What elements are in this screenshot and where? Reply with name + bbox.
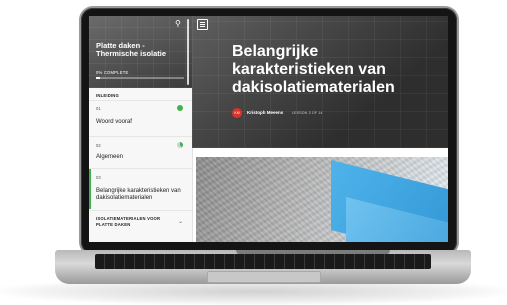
keyboard [95,254,431,269]
progress-label: 0% COMPLETE [96,70,129,75]
complete-check-icon [177,105,183,111]
lesson-label: Belangrijke karakteristieken van dakisol… [96,188,181,201]
search-icon[interactable]: ⚲ [175,20,183,28]
progress-ring-icon [177,142,183,148]
sidebar-scrollbar[interactable] [187,19,189,85]
lesson-number: 01 [96,106,101,111]
section-header-isolatiematerialen[interactable]: ISOLATIEMATERIALEN VOOR PLATTE DAKEN [96,216,176,228]
lesson-number: 03 [96,175,101,180]
divider [89,168,192,169]
progress-bar [96,77,184,79]
divider [89,136,192,137]
divider [89,210,192,211]
screen: ⚲ Platte daken - Thermische isolatie 0% … [89,16,448,242]
avatar: KM [232,108,242,118]
lesson-number: 02 [96,143,101,148]
section-header-inleiding[interactable]: INLEIDING [96,93,119,98]
course-sidebar: ⚲ Platte daken - Thermische isolatie 0% … [89,16,193,242]
lesson-hero: Belangrijke karakteristieken van dakisol… [192,16,448,148]
sidebar-header: ⚲ Platte daken - Thermische isolatie 0% … [89,16,192,88]
lesson-label: Algemeen [96,154,124,160]
insulation-photo [196,157,448,242]
trackpad [207,271,321,283]
chevron-down-icon[interactable]: ⌄ [178,218,183,225]
active-indicator [89,169,91,209]
menu-icon[interactable] [197,19,208,30]
author-name: Kristoph Meeens [247,110,284,115]
divider [89,100,192,101]
lesson-title: Belangrijke karakteristieken van dakisol… [232,43,395,96]
progress-bar-fill [96,77,101,79]
lesson-label: Woord vooraf [96,119,132,125]
lesson-count: LESSON 3 OF 14 [292,111,323,115]
laptop-base [55,250,471,284]
course-title: Platte daken - Thermische isolatie [96,41,167,58]
lesson-content: Belangrijke karakteristieken van dakisol… [192,16,448,242]
